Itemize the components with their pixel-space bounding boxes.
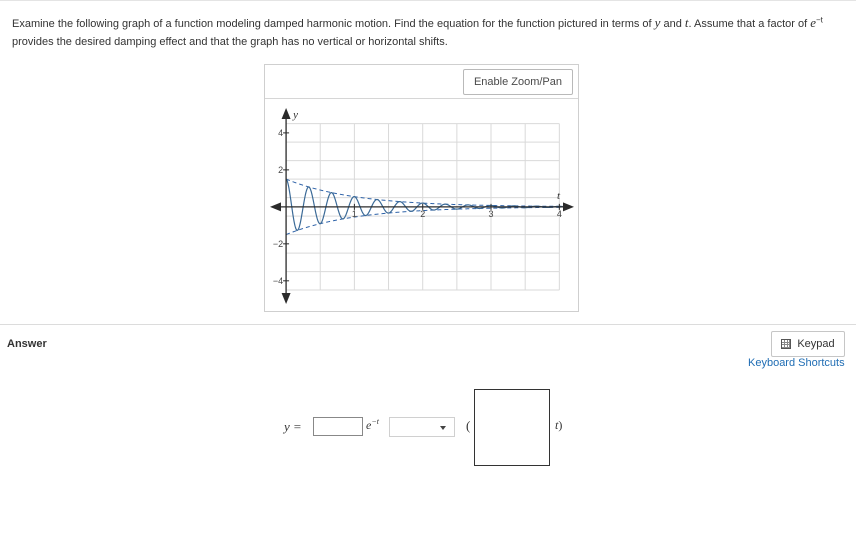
open-paren: ( bbox=[466, 418, 471, 433]
x-tick-label: 1 bbox=[352, 209, 357, 219]
graph-toolbar: Enable Zoom/Pan bbox=[265, 65, 578, 99]
enable-zoom-pan-button[interactable]: Enable Zoom/Pan bbox=[462, 69, 573, 95]
graph-panel: Enable Zoom/Pan 4 2 −2 −4 1 2 3 4 y t bbox=[264, 64, 579, 312]
prompt-text-b: . Assume that a factor of bbox=[688, 18, 811, 30]
y-axis-down-arrow-icon bbox=[281, 293, 291, 304]
exponential-factor: e−t bbox=[366, 418, 379, 433]
answer-divider bbox=[0, 324, 856, 325]
y-tick-label: 2 bbox=[278, 165, 283, 175]
chevron-down-icon bbox=[440, 426, 446, 430]
coefficient-input[interactable] bbox=[313, 417, 363, 436]
damped-motion-graph: 4 2 −2 −4 1 2 3 4 y t bbox=[270, 108, 574, 304]
keypad-button[interactable]: Keypad bbox=[771, 331, 845, 357]
question-prompt: Examine the following graph of a functio… bbox=[12, 14, 842, 51]
y-axis-label: y bbox=[292, 109, 298, 121]
y-tick-label: 4 bbox=[278, 128, 283, 138]
prompt-factor-exp: −t bbox=[815, 15, 823, 25]
answer-equation: y = e−t ( t) bbox=[0, 389, 856, 470]
y-tick-label: −2 bbox=[273, 239, 283, 249]
x-tick-label: 2 bbox=[420, 209, 425, 219]
damped-oscillation-curve bbox=[285, 178, 563, 231]
x-axis-label: t bbox=[557, 190, 561, 202]
equation-lhs: y = bbox=[284, 419, 301, 435]
y-axis-up-arrow-icon bbox=[281, 108, 291, 119]
equation-lhs-var: y bbox=[284, 419, 290, 434]
x-axis-right-arrow-icon bbox=[563, 202, 574, 212]
calculator-icon bbox=[781, 339, 792, 349]
prompt-text-a: Examine the following graph of a functio… bbox=[12, 18, 655, 30]
prompt-text-and: and bbox=[660, 18, 685, 30]
equation-equals: = bbox=[293, 419, 302, 434]
argument-input[interactable] bbox=[474, 389, 550, 466]
trig-function-select[interactable] bbox=[389, 417, 455, 437]
x-axis-left-arrow-icon bbox=[270, 202, 281, 212]
x-tick-label: 4 bbox=[557, 209, 562, 219]
answer-label: Answer bbox=[7, 338, 47, 350]
prompt-text-c: provides the desired damping effect and … bbox=[12, 36, 448, 48]
exp-power: −t bbox=[371, 417, 379, 426]
keypad-label: Keypad bbox=[797, 338, 835, 350]
y-tick-label: −4 bbox=[273, 276, 283, 286]
close-paren-t: t) bbox=[555, 418, 562, 433]
x-tick-label: 3 bbox=[489, 209, 494, 219]
top-divider bbox=[0, 0, 856, 1]
keyboard-shortcuts-link[interactable]: Keyboard Shortcuts bbox=[748, 357, 845, 369]
close-paren-char: ) bbox=[558, 418, 563, 432]
